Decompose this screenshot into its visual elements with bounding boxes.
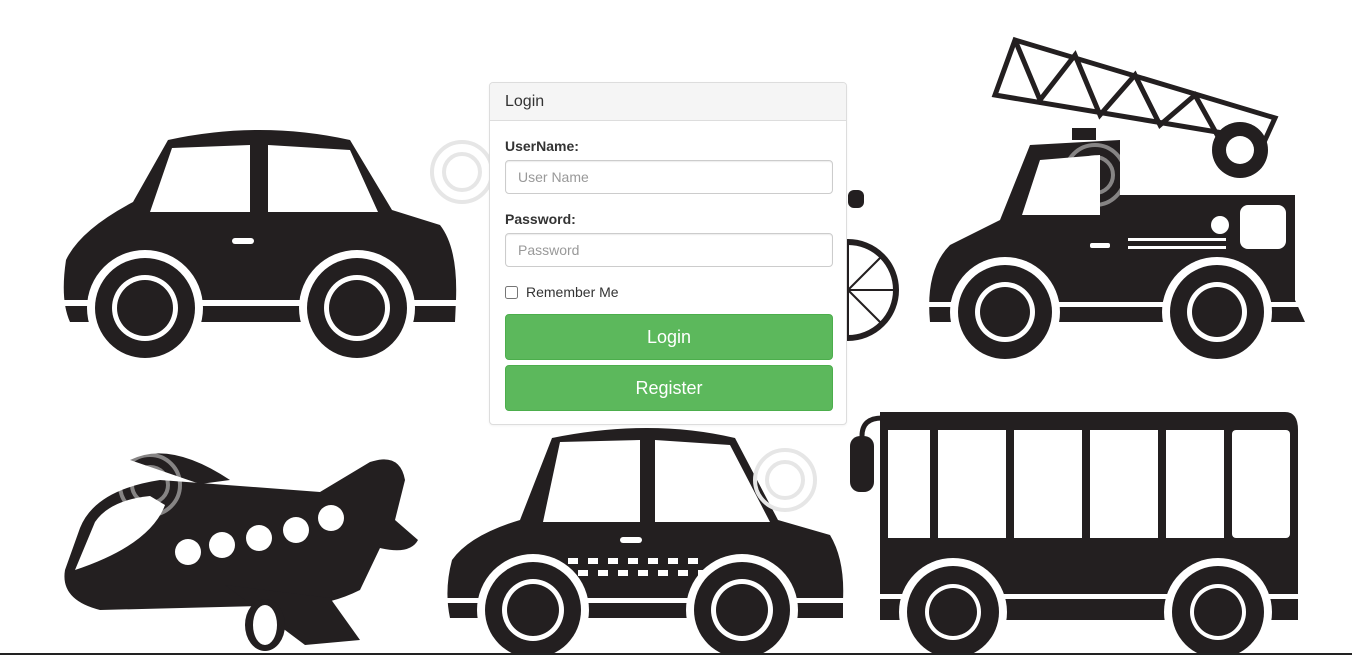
- password-label: Password:: [505, 211, 576, 227]
- register-button[interactable]: Register: [505, 365, 833, 411]
- username-input[interactable]: [505, 160, 833, 194]
- panel-title: Login: [490, 83, 846, 121]
- login-panel: Login UserName: Password: Remember Me Lo…: [489, 82, 847, 425]
- car-icon: [60, 130, 460, 366]
- remember-me-checkbox[interactable]: [505, 285, 518, 299]
- remember-me-row: Remember Me: [505, 282, 831, 302]
- login-button[interactable]: Login: [505, 314, 833, 360]
- airplane-icon: [64, 453, 418, 651]
- username-label: UserName:: [505, 138, 579, 154]
- bus-icon: [850, 412, 1298, 655]
- fire-truck-icon: [925, 36, 1305, 367]
- login-form: UserName: Password: Remember Me Login Re…: [490, 121, 846, 411]
- remember-me-label: Remember Me: [526, 284, 619, 300]
- password-input[interactable]: [505, 233, 833, 267]
